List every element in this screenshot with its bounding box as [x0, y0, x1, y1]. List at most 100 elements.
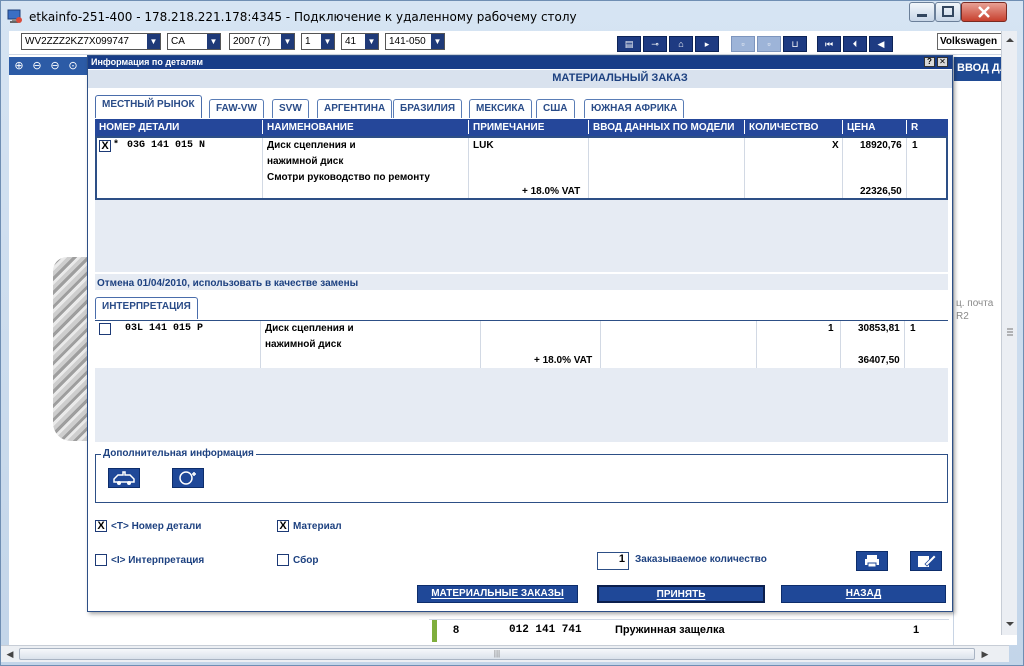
part-group-select[interactable]: 141-050 ▼: [385, 33, 445, 50]
scroll-grip-icon: [1007, 328, 1013, 336]
edit-button[interactable]: [910, 551, 942, 571]
row-checkbox[interactable]: X: [99, 140, 111, 152]
row-price: 18920,76: [860, 140, 902, 151]
col-quantity[interactable]: КОЛИЧЕСТВО: [744, 120, 818, 134]
list-icon[interactable]: ▤: [617, 36, 641, 52]
back-button[interactable]: НАЗАД: [781, 585, 946, 603]
vertical-scrollbar[interactable]: [1001, 31, 1017, 635]
replacement-note: Отмена 01/04/2010, использовать в качест…: [97, 278, 359, 289]
col-name[interactable]: НАИМЕНОВАНИЕ: [262, 120, 354, 134]
interpretation-checkbox[interactable]: [95, 554, 107, 566]
vehicle-toolbar: WV2ZZZ2KZ7X099747 ▼ CA ▼ 2007 (7) ▼ 1 ▼ 41 ▼ …: [9, 31, 1017, 55]
minimize-icon: [917, 14, 927, 17]
row-checkbox[interactable]: [99, 323, 111, 335]
tab-mexico[interactable]: МЕКСИКА: [469, 99, 532, 118]
play-icon[interactable]: ▸: [695, 36, 719, 52]
dialog-titlebar[interactable]: Информация по деталям ? ✕: [88, 56, 952, 69]
part-number-label: <T> Номер детали: [111, 521, 202, 532]
order-quantity-input[interactable]: 1: [597, 552, 629, 570]
table-row[interactable]: X * 03G 141 015 N Диск сцепления и нажим…: [95, 136, 948, 200]
row-part-number: 03L 141 015 P: [125, 323, 204, 334]
scroll-down-icon[interactable]: [1002, 617, 1017, 631]
col-r[interactable]: R: [906, 120, 918, 134]
zoom-reset-icon[interactable]: ⊙: [65, 59, 81, 74]
row-quantity: 1: [828, 323, 834, 334]
part-group-value: 141-050: [389, 36, 426, 47]
horizontal-scrollbar[interactable]: ◀ ||| ▶: [1, 645, 1009, 662]
cell-divider: [756, 321, 757, 368]
cell-divider: [588, 138, 589, 198]
close-icon: [978, 6, 990, 18]
scroll-up-icon[interactable]: [1002, 33, 1017, 47]
main-group-select[interactable]: 1 ▼: [301, 33, 335, 50]
row-position: 8: [453, 624, 460, 636]
row-price: 30853,81: [858, 323, 900, 334]
col-part-number[interactable]: НОМЕР ДЕТАЛИ: [95, 120, 179, 134]
tab-brazil[interactable]: БРАЗИЛИЯ: [393, 99, 463, 118]
scroll-left-icon[interactable]: ◀: [2, 647, 18, 661]
first-page-icon[interactable]: ⏮: [817, 36, 841, 52]
tab-south-africa[interactable]: ЮЖНАЯ АФРИКА: [584, 99, 685, 118]
tab-argentina[interactable]: АРГЕНТИНА: [317, 99, 393, 118]
accept-button[interactable]: ПРИНЯТЬ: [597, 585, 765, 603]
row-r: 1: [912, 140, 918, 151]
car-icon[interactable]: ⌂: [669, 36, 693, 52]
col-price[interactable]: ЦЕНА: [842, 120, 875, 134]
minimize-button[interactable]: [909, 2, 935, 22]
order-quantity-label: Заказываемое количество: [635, 554, 767, 565]
vin-select[interactable]: WV2ZZZ2KZ7X099747 ▼: [21, 33, 161, 50]
col-note[interactable]: ПРИМЕЧАНИЕ: [468, 120, 544, 134]
prev-page-icon[interactable]: ⏴: [843, 36, 867, 52]
assembly-checkbox[interactable]: [277, 554, 289, 566]
print-preview-icon[interactable]: ▫: [731, 36, 755, 52]
additional-info-group: Дополнительная информация: [95, 448, 948, 503]
printer-icon: [865, 555, 879, 568]
cart-icon[interactable]: ⊔: [783, 36, 807, 52]
zoom-fit-icon[interactable]: ⊖: [47, 59, 63, 74]
key-icon[interactable]: ⊸: [643, 36, 667, 52]
scroll-thumb[interactable]: |||: [19, 648, 975, 660]
close-button[interactable]: [961, 2, 1007, 22]
row-star: *: [113, 140, 120, 151]
document-icon[interactable]: ▫: [757, 36, 781, 52]
zoom-toolbar: ⊕ ⊖ ⊖ ⊙: [9, 57, 89, 75]
print-button[interactable]: [856, 551, 888, 571]
background-parts-row[interactable]: 8 012 141 741 Пружинная защелка 1: [429, 619, 949, 642]
vehicle-info-button[interactable]: [108, 468, 140, 488]
cell-divider: [480, 321, 481, 368]
col-model-input[interactable]: ВВОД ДАННЫХ ПО МОДЕЛИ: [588, 120, 735, 134]
tab-svw[interactable]: SVW: [272, 99, 309, 118]
cell-divider: [906, 138, 907, 198]
row-name-line1: Диск сцепления и: [267, 140, 356, 151]
tab-usa[interactable]: США: [536, 99, 575, 118]
table-row[interactable]: 03L 141 015 P Диск сцепления и нажимной …: [95, 320, 948, 368]
car-icon: [113, 471, 135, 485]
edit-icon: [918, 554, 937, 567]
tab-interpretation[interactable]: ИНТЕРПРЕТАЦИЯ: [95, 297, 198, 319]
row-r: 1: [910, 323, 916, 334]
maximize-button[interactable]: [935, 2, 961, 22]
year-select[interactable]: 2007 (7) ▼: [229, 33, 295, 50]
window-titlebar[interactable]: etkainfo-251-400 - 178.218.221.178:4345 …: [1, 1, 1024, 31]
tab-local-market[interactable]: МЕСТНЫЙ РЫНОК: [95, 95, 202, 118]
cell-divider: [842, 138, 843, 198]
row-vat: + 18.0% VAT: [522, 186, 581, 197]
extra-parts-button[interactable]: [172, 468, 204, 488]
zoom-out-icon[interactable]: ⊖: [29, 59, 45, 74]
back-icon[interactable]: ◀: [869, 36, 893, 52]
help-icon[interactable]: ?: [924, 57, 935, 67]
material-orders-button[interactable]: МАТЕРИАЛЬНЫЕ ЗАКАЗЫ: [417, 585, 578, 603]
sub-group-select[interactable]: 41 ▼: [341, 33, 379, 50]
cell-divider: [840, 321, 841, 368]
zoom-in-icon[interactable]: ⊕: [11, 59, 27, 74]
part-number-checkbox[interactable]: X: [95, 520, 107, 532]
dialog-close-icon[interactable]: ✕: [937, 57, 948, 67]
row-name-line2: нажимной диск: [265, 339, 342, 350]
material-checkbox[interactable]: X: [277, 520, 289, 532]
tab-faw-vw[interactable]: FAW-VW: [209, 99, 264, 118]
market-select[interactable]: CA ▼: [167, 33, 221, 50]
brand-select[interactable]: Volkswagen: [937, 33, 1003, 50]
remote-desktop-icon: [7, 9, 22, 23]
circle-plus-icon: [179, 471, 196, 485]
scroll-right-icon[interactable]: ▶: [977, 647, 993, 661]
